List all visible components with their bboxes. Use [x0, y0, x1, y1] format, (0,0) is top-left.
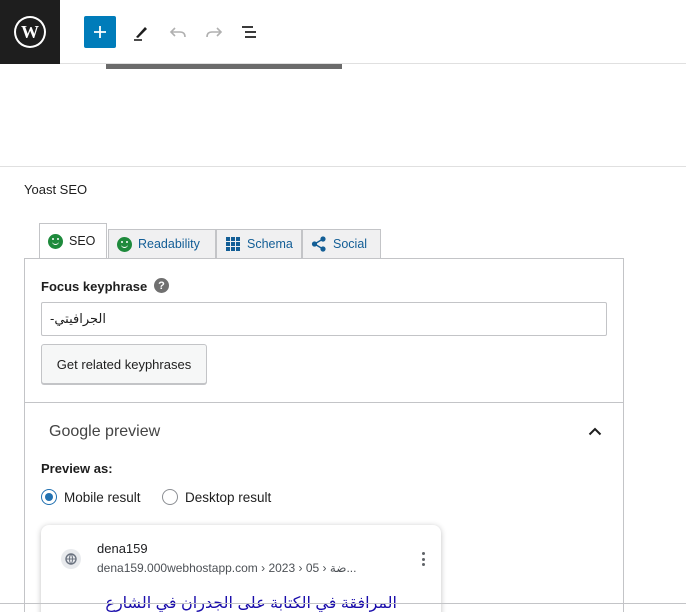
pen-icon	[134, 27, 147, 41]
redo-button[interactable]	[198, 16, 230, 48]
undo-icon	[169, 27, 186, 38]
bottom-divider	[0, 603, 686, 604]
list-view-icon	[242, 26, 256, 38]
tab-seo[interactable]: SEO	[39, 223, 107, 259]
redo-icon	[206, 27, 223, 38]
mobile-result-option[interactable]: Mobile result	[41, 489, 141, 505]
preview-as-label: Preview as:	[41, 461, 113, 476]
desktop-result-option[interactable]: Desktop result	[162, 489, 271, 505]
panel-divider	[0, 166, 686, 167]
featured-image-strip	[106, 64, 342, 69]
globe-icon	[61, 549, 81, 569]
collapse-button[interactable]	[584, 422, 606, 440]
tab-social-label: Social	[333, 237, 368, 251]
tab-schema-label: Schema	[247, 237, 293, 251]
preview-site-name: dena159	[97, 541, 148, 556]
tools-button[interactable]	[125, 16, 157, 48]
smiley-icon	[117, 236, 132, 252]
plus-icon	[94, 26, 106, 38]
tab-readability-label: Readability	[138, 237, 200, 251]
editor-toolbar: W	[0, 0, 686, 64]
preview-url: dena159.000webhostapp.com › 2023 › 05 › …	[97, 561, 357, 575]
chevron-up-icon	[588, 427, 602, 436]
desktop-result-label: Desktop result	[185, 489, 272, 505]
tab-social[interactable]: Social	[302, 229, 381, 259]
help-icon[interactable]: ?	[154, 278, 169, 293]
mobile-result-radio[interactable]	[41, 489, 57, 505]
focus-keyphrase-input[interactable]: الجرافيتي-	[41, 302, 607, 336]
google-preview-title[interactable]: Google preview	[49, 423, 160, 441]
wordpress-logo-button[interactable]: W	[0, 0, 60, 64]
yoast-panel-title[interactable]: Yoast SEO	[24, 182, 87, 197]
mobile-result-label: Mobile result	[64, 489, 141, 505]
add-block-button[interactable]	[84, 16, 116, 48]
tab-schema[interactable]: Schema	[216, 229, 302, 259]
get-related-keyphrases-button[interactable]: Get related keyphrases	[41, 344, 207, 384]
desktop-result-radio[interactable]	[162, 489, 178, 505]
google-preview-card[interactable]: dena159 dena159.000webhostapp.com › 2023…	[41, 525, 441, 612]
wordpress-logo-letter: W	[16, 18, 44, 46]
tab-seo-label: SEO	[69, 234, 96, 248]
section-divider	[25, 402, 623, 403]
undo-button[interactable]	[162, 16, 194, 48]
wordpress-icon: W	[14, 16, 46, 48]
smiley-icon	[48, 233, 63, 249]
tab-readability[interactable]: Readability	[108, 229, 216, 259]
list-view-button[interactable]	[234, 16, 266, 48]
more-options-icon[interactable]	[417, 549, 429, 569]
focus-keyphrase-label: Focus keyphrase	[41, 279, 148, 294]
share-icon	[311, 236, 326, 252]
grid-icon	[226, 237, 240, 251]
